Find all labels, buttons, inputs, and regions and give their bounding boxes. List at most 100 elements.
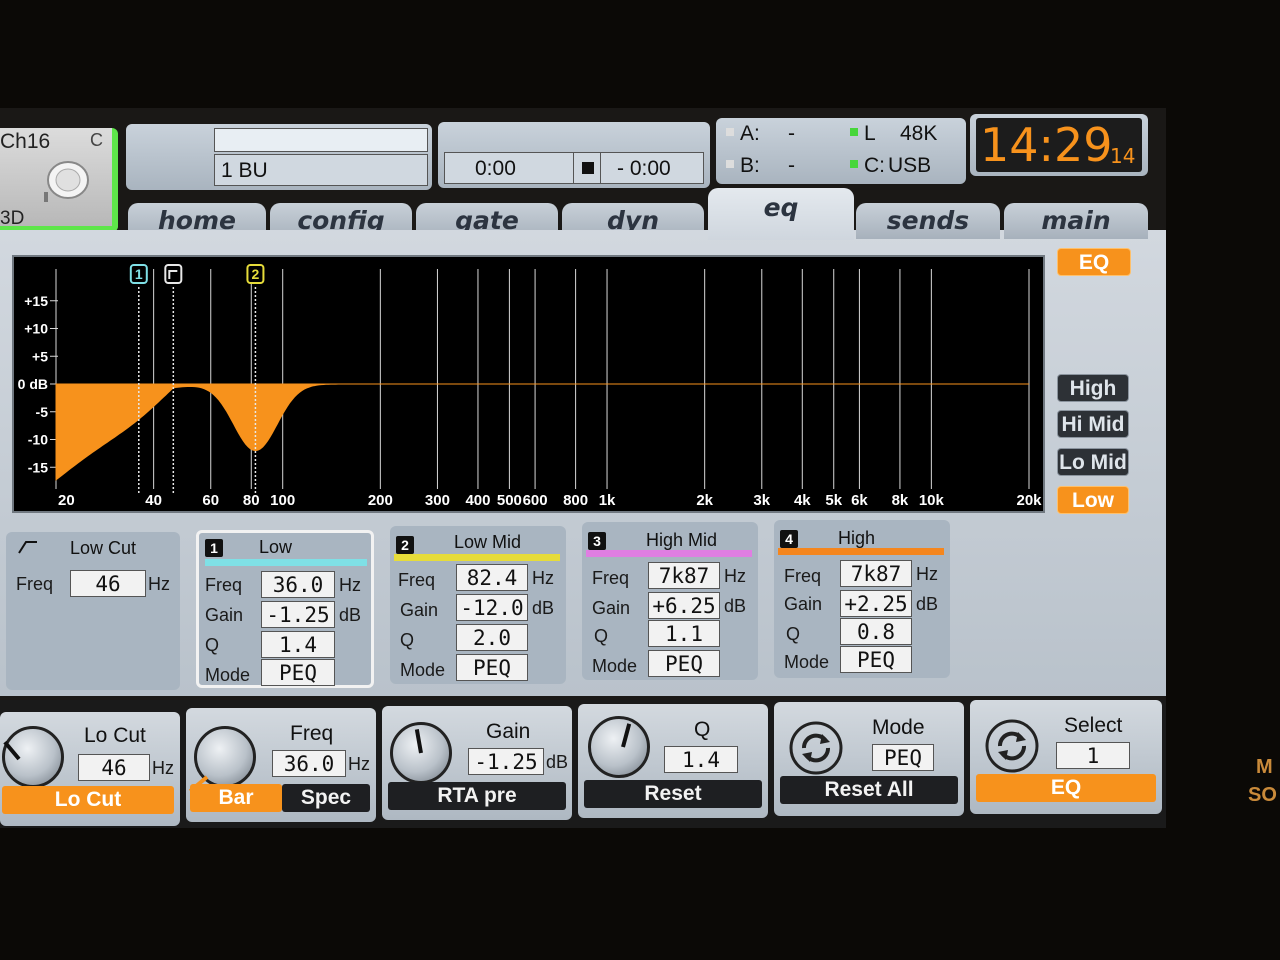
freq-value[interactable]: 7k87 — [840, 560, 912, 587]
mode-value[interactable]: PEQ — [261, 659, 335, 686]
freq-value[interactable]: 7k87 — [648, 562, 720, 589]
q-value[interactable]: 1.1 — [648, 620, 720, 647]
encoder-locut[interactable]: Lo Cut 46 Hz Lo Cut — [0, 712, 180, 826]
locut-button[interactable]: Lo Cut — [2, 786, 174, 814]
db-tick-label: -15 — [28, 459, 48, 475]
band-panel-high-mid[interactable]: 3 High Mid Freq 7k87 Hz Gain +6.25 dB Q … — [582, 522, 758, 680]
mode-label: Mode — [205, 665, 251, 685]
freq-knob[interactable] — [188, 726, 256, 793]
eq-toggle-button[interactable]: EQ — [1057, 248, 1131, 276]
db-tick-label: 0 dB — [18, 376, 48, 392]
tab-main[interactable]: main — [1004, 203, 1148, 239]
stop-icon — [582, 162, 594, 174]
hz-unit: Hz — [339, 575, 361, 595]
gain-label: Gain — [592, 598, 631, 618]
locut-knob[interactable] — [2, 726, 64, 788]
encoder-value: -1.25 — [468, 748, 544, 775]
encoder-gain[interactable]: Gain -1.25 dB RTA pre — [382, 706, 572, 820]
q-value[interactable]: 1.4 — [261, 631, 335, 658]
encoder-value: PEQ — [872, 744, 934, 771]
band-number: 3 — [588, 532, 606, 550]
bus-field[interactable]: 1 BU — [214, 154, 428, 186]
band-panel-low-mid[interactable]: 2 Low Mid Freq 82.4 Hz Gain -12.0 dB Q 2… — [390, 526, 566, 684]
low-cut-icon — [18, 541, 37, 554]
sample-rate: 48K — [900, 122, 938, 145]
gain-value[interactable]: -1.25 — [261, 601, 335, 628]
a-label: A: — [740, 122, 760, 145]
spec-button[interactable]: Spec — [282, 784, 370, 812]
mode-value[interactable]: PEQ — [456, 654, 528, 681]
band-color-bar — [778, 548, 944, 555]
mode-value[interactable]: PEQ — [648, 650, 720, 677]
db-tick-label: +10 — [24, 321, 48, 337]
freq-tick-label: 6k — [851, 492, 868, 509]
encoder-freq[interactable]: Freq 36.0 Hz Bar Spec — [186, 708, 376, 822]
gain-label: Gain — [205, 605, 244, 625]
band-name: Low Mid — [454, 532, 522, 552]
gain-knob[interactable] — [390, 722, 452, 784]
bus-label: 1 BU — [221, 159, 268, 182]
encoder-mode[interactable]: Mode PEQ Reset All — [774, 702, 964, 816]
channel-corner-label: C — [90, 130, 103, 150]
db-tick-label: -5 — [36, 404, 49, 420]
hz-unit: Hz — [724, 566, 746, 586]
band-name: High — [838, 528, 876, 548]
reset-all-button[interactable]: Reset All — [780, 776, 958, 804]
encoder-title: Select — [1064, 714, 1123, 737]
channel-footer: 3D — [0, 208, 25, 229]
freq-tick-label: 400 — [465, 492, 490, 509]
encoder-title: Lo Cut — [84, 724, 146, 747]
c-label: C: — [864, 154, 885, 177]
freq-label: Freq — [592, 568, 630, 588]
bus-panel: 1 BU — [126, 124, 432, 190]
q-label: Q — [400, 630, 415, 650]
db-unit: dB — [532, 598, 555, 618]
band-panel-low[interactable]: 1 Low Freq 36.0 Hz Gain -1.25 dB Q 1.4 M… — [196, 530, 374, 688]
eq-graph[interactable]: 20 40 60 80 100 200 300 400 500 600 800 1k 2k 3k 4k 5k 6… — [12, 255, 1045, 513]
encoder-q[interactable]: Q 1.4 Reset — [578, 704, 768, 818]
knob-pointer — [621, 723, 632, 748]
band-panel-high[interactable]: 4 High Freq 7k87 Hz Gain +2.25 dB Q 0.8 … — [774, 520, 950, 678]
refresh-icon[interactable] — [788, 720, 844, 776]
db-unit: dB — [339, 605, 362, 625]
freq-value[interactable]: 36.0 — [261, 571, 335, 598]
q-value[interactable]: 2.0 — [456, 624, 528, 651]
gain-value[interactable]: +2.25 — [840, 590, 912, 617]
encoder-select[interactable]: Select 1 EQ — [970, 700, 1162, 814]
freq-tick-label: 1k — [599, 492, 616, 509]
channel-box[interactable]: Ch16 C 3D — [0, 128, 118, 232]
low-cut-freq-value[interactable]: 46 — [70, 570, 146, 597]
reset-button[interactable]: Reset — [584, 780, 762, 808]
band-select-lo-mid[interactable]: Lo Mid — [1057, 448, 1129, 476]
freq-tick-label: 2k — [696, 492, 713, 509]
freq-label: Freq — [398, 570, 436, 590]
band-select-high[interactable]: High — [1057, 374, 1129, 402]
q-knob[interactable] — [588, 716, 650, 778]
low-cut-marker[interactable] — [164, 264, 183, 284]
freq-tick-label: 20 — [58, 492, 75, 509]
bar-button[interactable]: Bar — [190, 784, 282, 812]
band-select-low[interactable]: Low — [1057, 486, 1129, 514]
band-select-hi-mid[interactable]: Hi Mid — [1057, 410, 1129, 438]
encoder-title: Q — [694, 718, 711, 741]
knob-pointer — [3, 740, 21, 761]
channel-name: Ch16 — [0, 130, 51, 153]
band-marker-label: 1 — [135, 266, 143, 282]
tab-sends[interactable]: sends — [856, 203, 1000, 239]
q-value[interactable]: 0.8 — [840, 618, 912, 645]
mode-label: Mode — [400, 660, 446, 680]
refresh-icon[interactable] — [984, 718, 1040, 774]
drum-icon — [44, 161, 89, 202]
gain-value[interactable]: +6.25 — [648, 592, 720, 619]
tab-eq[interactable]: eq — [708, 188, 854, 240]
freq-tick-label: 40 — [145, 492, 162, 509]
encoder-value: 36.0 — [272, 750, 346, 777]
gain-value[interactable]: -12.0 — [456, 594, 528, 621]
stop-button[interactable] — [573, 153, 601, 183]
freq-tick-label: 600 — [523, 492, 548, 509]
rta-pre-button[interactable]: RTA pre — [388, 782, 566, 810]
freq-value[interactable]: 82.4 — [456, 564, 528, 591]
eq-select-button[interactable]: EQ — [976, 774, 1156, 802]
encoder-unit: Hz — [152, 758, 174, 778]
mode-value[interactable]: PEQ — [840, 646, 912, 673]
